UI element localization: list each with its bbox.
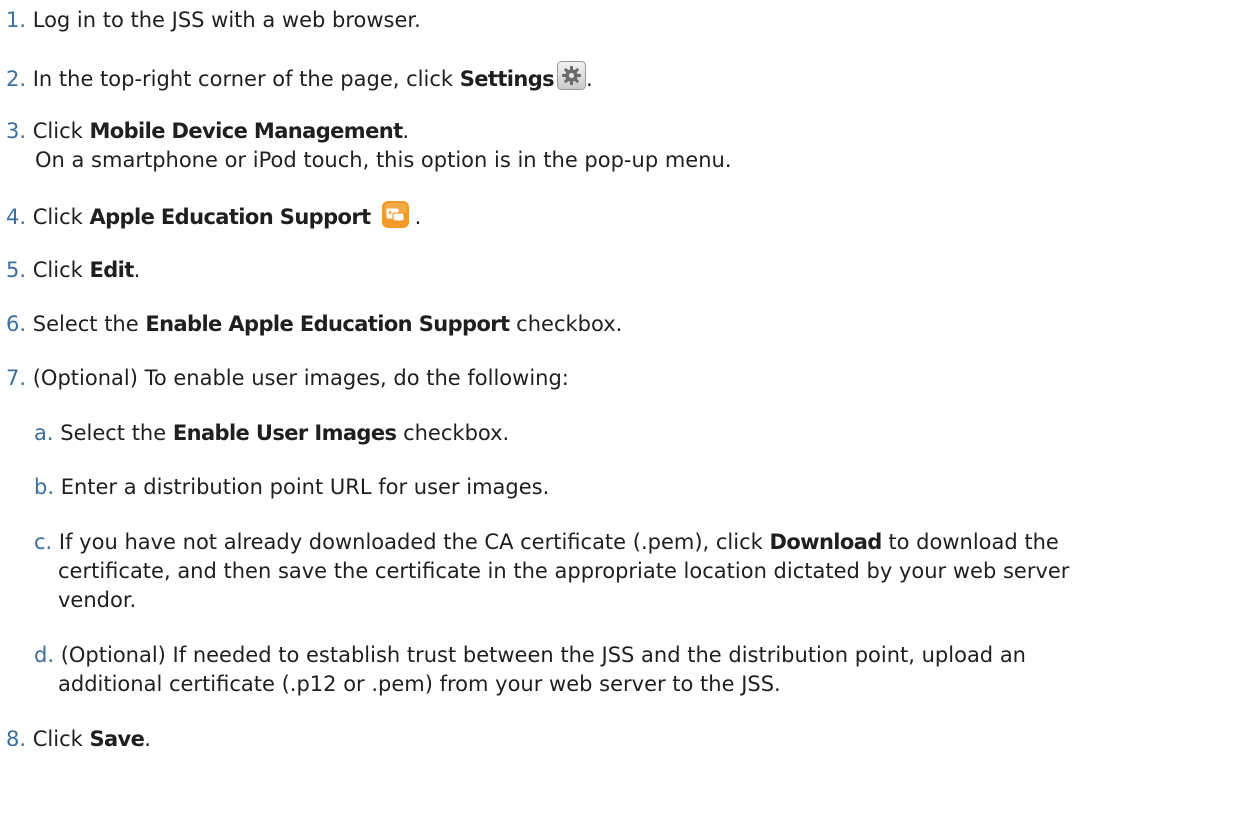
step-text: Log in to the JSS with a web browser. xyxy=(32,8,421,32)
step-3: 3. Click Mobile Device Management. xyxy=(6,117,409,146)
edit-label: Edit xyxy=(89,258,134,282)
step-number: 1. xyxy=(6,8,27,32)
enable-user-images-label: Enable User Images xyxy=(172,421,397,445)
substep-d: d. (Optional) If needed to establish tru… xyxy=(34,641,1026,670)
settings-gear-icon xyxy=(554,61,587,98)
step-text: Click xyxy=(32,205,90,229)
download-label: Download xyxy=(769,530,882,554)
substep-text: If you have not already downloaded the C… xyxy=(58,530,770,554)
step-text-end: . xyxy=(133,258,141,282)
step-text: Select the xyxy=(32,312,146,336)
substep-text: (Optional) If needed to establish trust … xyxy=(60,643,1026,667)
step-1: 1. Log in to the JSS with a web browser. xyxy=(6,6,421,35)
substep-text-end: to download the xyxy=(881,530,1059,554)
step-7: 7. (Optional) To enable user images, do … xyxy=(6,364,569,393)
step-4: 4. Click Apple Education Support . xyxy=(6,201,421,236)
step-number: 3. xyxy=(6,119,27,143)
substep-letter: b. xyxy=(34,475,55,499)
step-number: 8. xyxy=(6,727,27,751)
substep-a: a. Select the Enable User Images checkbo… xyxy=(34,419,509,448)
step-number: 4. xyxy=(6,205,27,229)
mobile-device-management-label: Mobile Device Management xyxy=(89,119,403,143)
step-number: 6. xyxy=(6,312,27,336)
step-number: 7. xyxy=(6,366,27,390)
substep-text-end: checkbox. xyxy=(396,421,510,445)
enable-apple-education-support-label: Enable Apple Education Support xyxy=(145,312,510,336)
substep-text: Enter a distribution point URL for user … xyxy=(60,475,550,499)
step-text-end: . xyxy=(144,727,151,751)
step-text: Click xyxy=(32,119,90,143)
step-text-end: . xyxy=(414,205,422,229)
substep-c-line-2: certificate, and then save the certifica… xyxy=(58,559,1070,583)
step-3-note: On a smartphone or iPod touch, this opti… xyxy=(35,148,732,172)
substep-letter: c. xyxy=(34,530,53,554)
step-number: 5. xyxy=(6,258,27,282)
step-8: 8. Click Save. xyxy=(6,725,151,754)
step-5: 5. Click Edit. xyxy=(6,256,140,285)
settings-label: Settings xyxy=(459,67,555,91)
step-text-end: . xyxy=(402,119,410,143)
step-text: (Optional) To enable user images, do the… xyxy=(32,366,569,390)
substep-b: b. Enter a distribution point URL for us… xyxy=(34,473,549,502)
step-number: 2. xyxy=(6,67,27,91)
step-text: Click xyxy=(32,258,90,282)
substep-c: c. If you have not already downloaded th… xyxy=(34,528,1059,557)
substep-c-line-3: vendor. xyxy=(58,588,137,612)
apple-education-support-label: Apple Education Support xyxy=(89,205,371,229)
step-text-end: checkbox. xyxy=(509,312,623,336)
substep-text: Select the xyxy=(60,421,173,445)
step-6: 6. Select the Enable Apple Education Sup… xyxy=(6,310,622,339)
step-text: Click xyxy=(32,727,90,751)
save-label: Save xyxy=(89,727,145,751)
step-2: 2. In the top-right corner of the page, … xyxy=(6,61,593,98)
step-text-end: . xyxy=(586,67,593,91)
substep-letter: a. xyxy=(34,421,54,445)
substep-d-line-2: additional certificate (.p12 or .pem) fr… xyxy=(58,672,781,696)
substep-letter: d. xyxy=(34,643,55,667)
step-text: In the top-right corner of the page, cli… xyxy=(32,67,460,91)
apple-education-support-icon xyxy=(371,201,415,236)
